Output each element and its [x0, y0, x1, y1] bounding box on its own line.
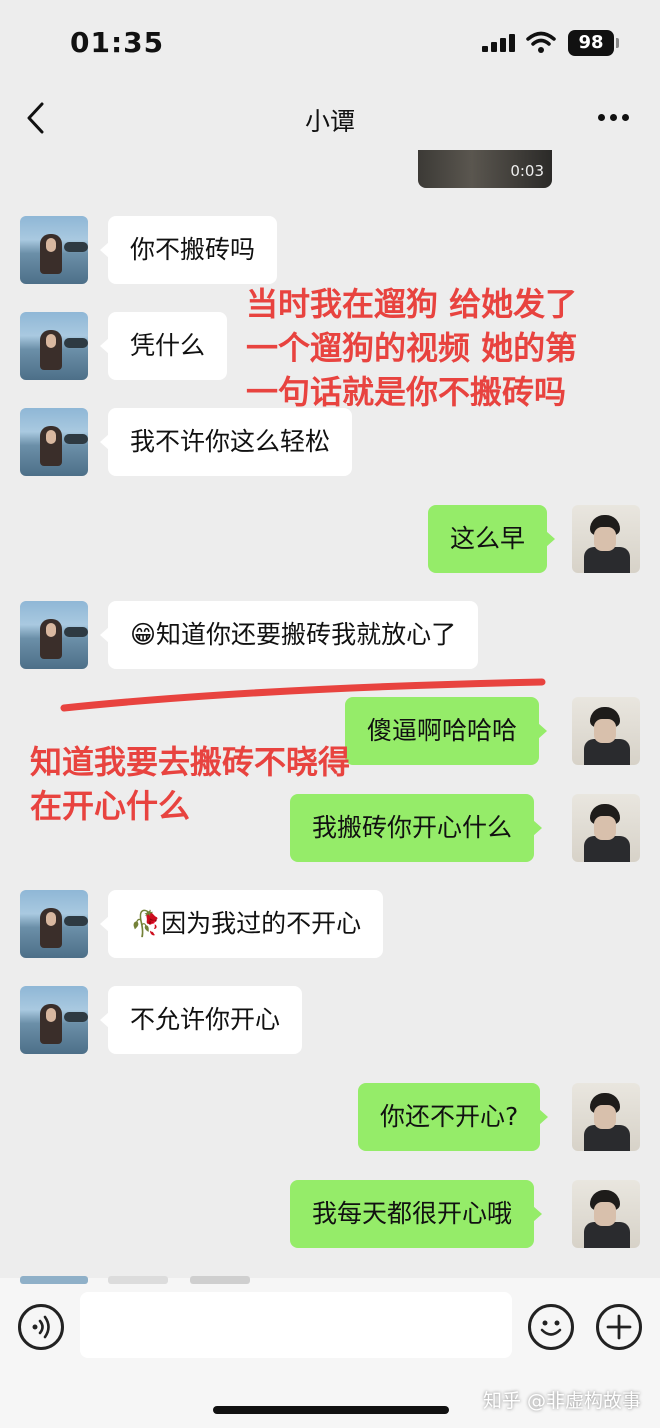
message-bubble-received[interactable]: 凭什么 — [99, 312, 228, 380]
message-bubble-sent[interactable]: 这么早 — [428, 505, 556, 573]
watermark: 知乎 @非虚构故事 — [483, 1390, 642, 1412]
annotation-line: 一个遛狗的视频 她的第 — [246, 329, 578, 367]
avatar-contact[interactable] — [20, 601, 88, 669]
battery-icon: 98 — [568, 30, 614, 56]
battery-nub — [616, 38, 619, 48]
message-input[interactable] — [80, 1292, 512, 1358]
signal-icon — [482, 34, 518, 52]
voice-icon[interactable] — [18, 1304, 64, 1350]
message-bubble-received[interactable]: 🥀因为我过的不开心 — [99, 890, 384, 958]
chat-title: 小谭 — [304, 107, 355, 136]
video-duration: 0:03 — [510, 162, 544, 180]
avatar-contact[interactable] — [20, 216, 88, 284]
avatar-self[interactable] — [572, 1180, 640, 1248]
wifi-icon — [526, 31, 556, 53]
annotation-underline — [60, 678, 546, 712]
message-bubble-received[interactable]: 我不许你这么轻松 — [99, 408, 353, 476]
emoji-icon[interactable] — [528, 1304, 574, 1350]
avatar-contact[interactable] — [20, 312, 88, 380]
more-dots-icon[interactable] — [598, 114, 630, 122]
annotation-line: 当时我在遛狗 给她发了 — [246, 285, 578, 323]
annotation-line: 一句话就是你不搬砖吗 — [246, 373, 567, 411]
avatar-contact[interactable] — [20, 408, 88, 476]
avatar-self[interactable] — [572, 794, 640, 862]
message-bubble-sent[interactable]: 我搬砖你开心什么 — [290, 794, 543, 862]
message-bubble-received[interactable]: 不允许你开心 — [99, 986, 303, 1054]
avatar-self[interactable] — [572, 697, 640, 765]
home-indicator[interactable] — [213, 1406, 449, 1414]
next-message-preview — [20, 1276, 290, 1284]
avatar-self[interactable] — [572, 1083, 640, 1151]
avatar-self[interactable] — [572, 505, 640, 573]
status-time: 01:35 — [70, 26, 165, 59]
annotation-line: 在开心什么 — [30, 787, 191, 825]
avatar-contact[interactable] — [20, 890, 88, 958]
message-bubble-sent[interactable]: 你还不开心? — [358, 1083, 549, 1151]
chat-header: 小谭 — [0, 88, 660, 148]
annotation-line: 知道我要去搬砖不晓得 — [30, 743, 351, 781]
video-message[interactable]: 0:03 — [418, 150, 552, 188]
message-bubble-received[interactable]: 你不搬砖吗 — [99, 216, 278, 284]
message-bubble-received[interactable]: 😁知道你还要搬砖我就放心了 — [99, 601, 479, 669]
avatar-contact[interactable] — [20, 986, 88, 1054]
plus-icon[interactable] — [596, 1304, 642, 1350]
message-bubble-sent[interactable]: 我每天都很开心哦 — [290, 1180, 543, 1248]
status-bar: 01:35 98 — [0, 0, 660, 88]
